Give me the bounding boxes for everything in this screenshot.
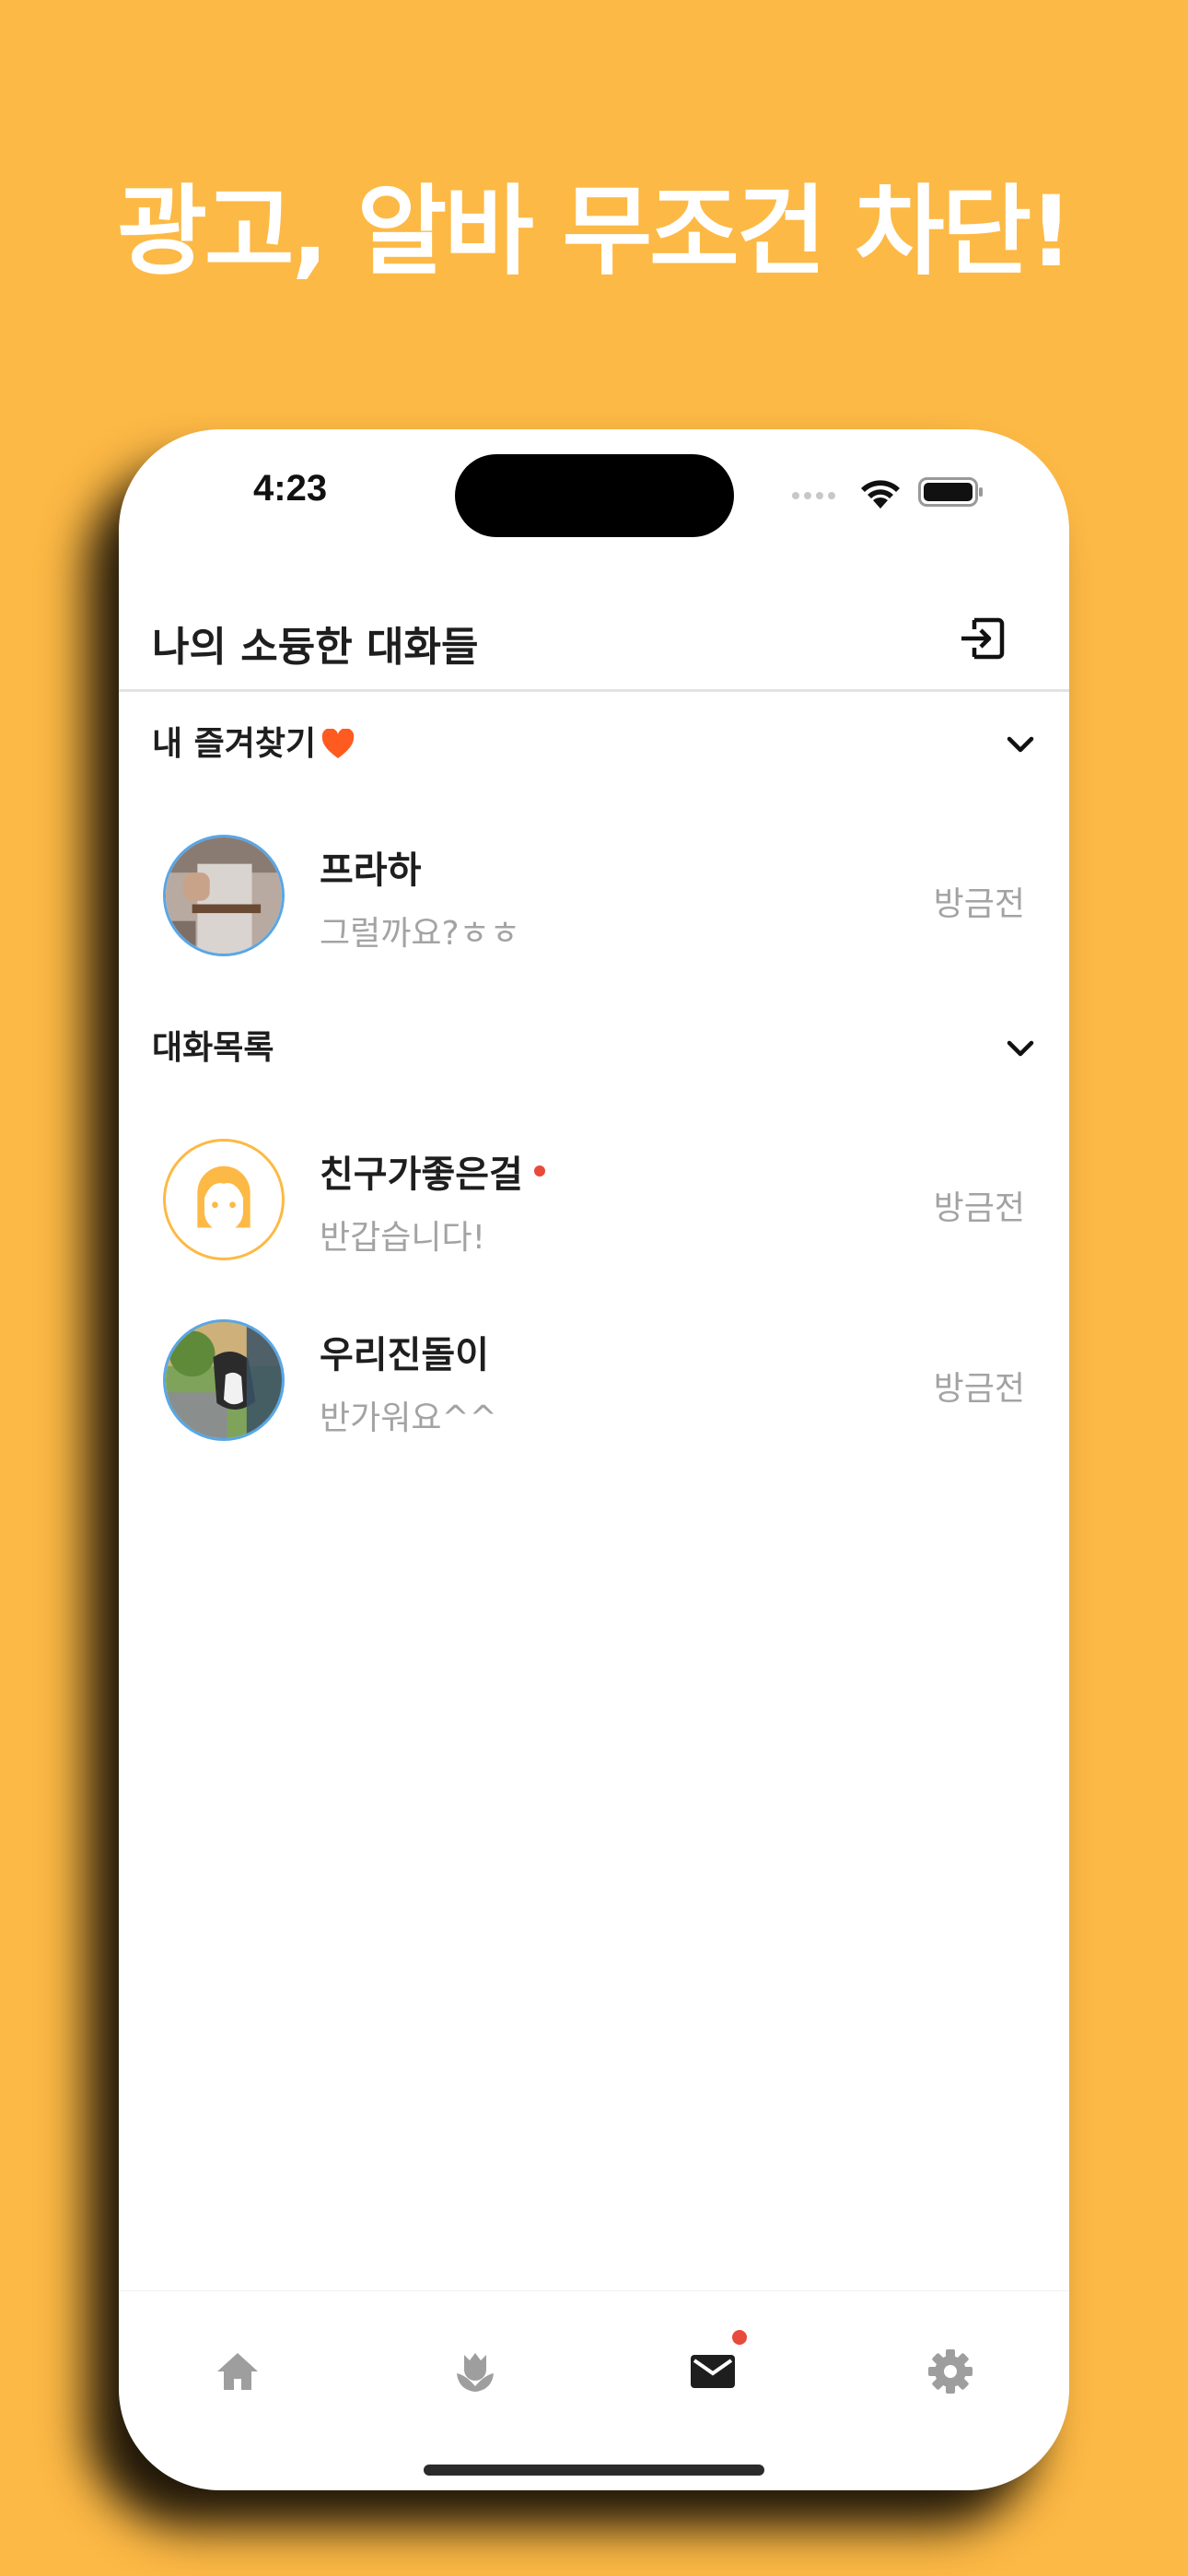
chat-name: 우리진돌이 bbox=[320, 1325, 489, 1378]
chats-section-header[interactable]: 대화목록 bbox=[152, 1021, 1036, 1076]
avatar bbox=[163, 835, 285, 956]
chat-message-preview: 반갑습니다! bbox=[320, 1219, 486, 1257]
phone-frame: 4:23 나의 소듕한 대화들 내 즐겨찾기 프라하 그럴까요?ㅎㅎ 방금전 대… bbox=[119, 429, 1069, 2490]
battery-icon bbox=[918, 477, 983, 507]
status-time: 4:23 bbox=[253, 468, 328, 509]
chats-title: 대화목록 bbox=[152, 1029, 274, 1067]
gear-icon bbox=[928, 2349, 973, 2394]
chat-row-praha[interactable]: 프라하 그럴까요?ㅎㅎ 방금전 bbox=[119, 822, 1069, 969]
favorites-title: 내 즐겨찾기 bbox=[152, 717, 355, 772]
default-avatar-icon bbox=[197, 1165, 250, 1232]
chat-row-friend[interactable]: 친구가좋은걸 반갑습니다! 방금전 bbox=[119, 1126, 1069, 1273]
home-icon bbox=[217, 2353, 258, 2390]
chat-row-jindol[interactable]: 우리진돌이 반가워요^^ 방금전 bbox=[119, 1306, 1069, 1454]
favorites-title-text: 내 즐겨찾기 bbox=[152, 725, 317, 763]
wifi-icon bbox=[861, 480, 900, 509]
mail-icon bbox=[691, 2355, 735, 2388]
chat-name-text: 프라하 bbox=[320, 849, 422, 892]
chat-message-preview: 그럴까요?ㅎㅎ bbox=[320, 915, 520, 953]
page-title: 나의 소듕한 대화들 bbox=[152, 624, 479, 671]
chat-timestamp: 방금전 bbox=[933, 1189, 1025, 1227]
favorites-section-header[interactable]: 내 즐겨찾기 bbox=[152, 717, 1036, 772]
heart-icon bbox=[321, 729, 355, 758]
tab-home[interactable] bbox=[196, 2330, 279, 2413]
dynamic-island bbox=[455, 454, 734, 537]
home-indicator[interactable] bbox=[424, 2465, 764, 2476]
chat-timestamp: 방금전 bbox=[933, 885, 1025, 923]
chat-name-text: 친구가좋은걸 bbox=[320, 1153, 523, 1196]
unread-dot bbox=[533, 1165, 545, 1177]
chat-name-text: 우리진돌이 bbox=[320, 1334, 489, 1376]
chat-timestamp: 방금전 bbox=[933, 1370, 1025, 1408]
tab-bar bbox=[119, 2290, 1069, 2490]
tab-messages[interactable] bbox=[671, 2330, 754, 2413]
avatar bbox=[163, 1319, 285, 1441]
chevron-down-icon[interactable] bbox=[1005, 731, 1036, 758]
flower-icon bbox=[457, 2353, 494, 2392]
notification-badge bbox=[732, 2330, 747, 2345]
signal-icon bbox=[792, 492, 835, 499]
tab-settings[interactable] bbox=[909, 2330, 992, 2413]
avatar-photo bbox=[166, 837, 282, 954]
tab-flower[interactable] bbox=[434, 2330, 517, 2413]
chat-name: 친구가좋은걸 bbox=[320, 1144, 545, 1198]
exit-icon[interactable] bbox=[958, 615, 1006, 662]
promo-headline: 광고, 알바 무조건 차단! bbox=[117, 175, 1074, 288]
chat-message-preview: 반가워요^^ bbox=[320, 1399, 497, 1437]
chevron-down-icon[interactable] bbox=[1005, 1035, 1036, 1062]
avatar bbox=[163, 1139, 285, 1260]
app-header: 나의 소듕한 대화들 bbox=[119, 586, 1069, 692]
chat-name: 프라하 bbox=[320, 840, 421, 894]
avatar-photo bbox=[166, 1322, 282, 1438]
